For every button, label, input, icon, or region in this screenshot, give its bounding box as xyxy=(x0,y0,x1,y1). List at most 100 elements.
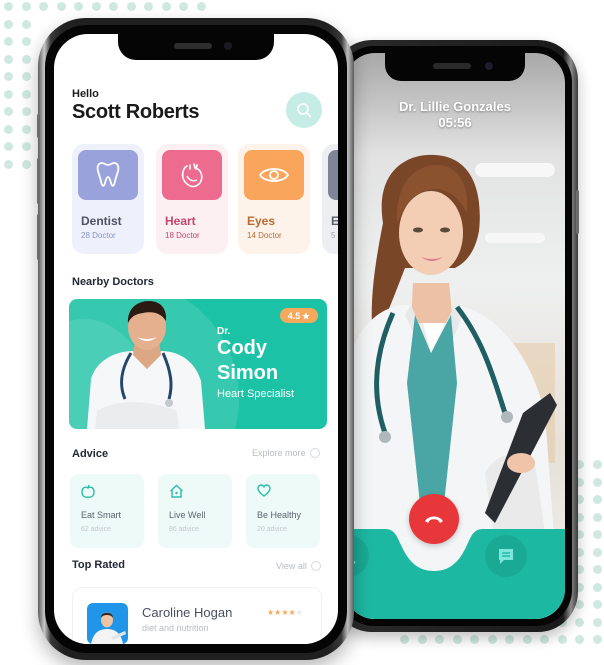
apple-icon xyxy=(81,484,95,498)
star-filled-icon: ★ xyxy=(281,608,289,617)
decor-dot xyxy=(91,2,101,11)
decor-dot xyxy=(417,635,427,644)
category-card-partial[interactable]: E 5 xyxy=(322,144,338,254)
doctor-name: Cody Simon xyxy=(217,336,278,386)
chat-icon xyxy=(499,549,513,564)
decor-dot xyxy=(575,635,584,644)
decor-dot xyxy=(592,617,602,627)
advice-card-be-healthy[interactable]: Be Healthy 20 advice xyxy=(246,474,320,548)
call-duration: 05:56 xyxy=(438,115,472,130)
decor-dot xyxy=(109,2,118,11)
advice-title: Live Well xyxy=(169,510,206,520)
decor-dot xyxy=(592,600,602,609)
explore-more-link[interactable]: Explore more xyxy=(252,448,320,458)
star-filled-icon: ★ xyxy=(288,608,296,617)
decor-dot xyxy=(4,107,13,116)
phone-notch xyxy=(385,53,525,81)
doctor-photo xyxy=(87,301,205,429)
advice-title: Advice xyxy=(72,448,109,460)
decor-dot xyxy=(592,512,602,522)
heart-icon xyxy=(257,484,271,497)
doctor-last-name: Simon xyxy=(217,362,279,384)
call-controls-bar xyxy=(345,529,565,619)
category-title: Eyes xyxy=(247,214,276,228)
doctor-specialty: Heart Specialist xyxy=(217,388,295,400)
decor-dot xyxy=(592,635,602,644)
advice-title: Be Healthy xyxy=(257,510,302,520)
category-tile xyxy=(78,150,138,200)
advice-card-eat-smart[interactable]: Eat Smart 62 advice xyxy=(70,474,144,548)
decor-dot xyxy=(21,159,31,169)
star-rating: ★★★★★ xyxy=(267,608,303,617)
category-title: Heart xyxy=(165,214,196,228)
eye-icon xyxy=(258,168,290,182)
decor-dot xyxy=(4,2,13,11)
silent-switch xyxy=(37,114,40,138)
star-icon xyxy=(302,311,310,320)
decor-dot xyxy=(470,635,479,644)
video-call-phone: Dr. Lillie Gonzales 05:56 xyxy=(331,40,579,632)
decor-dot xyxy=(4,159,13,169)
user-name: Scott Roberts xyxy=(72,101,200,123)
house-icon xyxy=(170,484,183,498)
chevron-right-icon xyxy=(310,561,321,571)
doctor-first-name: Cody xyxy=(217,337,267,359)
decor-dot xyxy=(4,54,13,64)
decor-dot xyxy=(4,72,13,81)
decor-dot xyxy=(56,2,66,11)
decor-dot xyxy=(400,635,409,644)
category-tile xyxy=(328,150,338,200)
advice-count: 86 advice xyxy=(169,526,199,533)
decor-dot xyxy=(161,2,171,11)
chevron-right-icon xyxy=(309,448,320,458)
advice-card-live-well[interactable]: Live Well 86 advice xyxy=(158,474,232,548)
decor-dot xyxy=(196,2,206,11)
advice-count: 20 advice xyxy=(257,526,287,533)
search-button[interactable] xyxy=(286,92,322,128)
doctor-name: Caroline Hogan xyxy=(142,605,233,620)
category-count: 5 xyxy=(331,231,336,240)
decor-dot xyxy=(435,635,444,644)
decor-dot xyxy=(4,37,13,46)
decor-dot xyxy=(592,460,602,469)
category-card-heart[interactable]: Heart 18 Doctor xyxy=(156,144,228,254)
decor-dot xyxy=(74,2,83,11)
decor-dot xyxy=(575,617,584,627)
star-empty-icon: ★ xyxy=(295,608,303,617)
category-tile xyxy=(244,150,304,200)
advice-title: Eat Smart xyxy=(81,510,122,520)
decor-dot xyxy=(540,635,549,644)
decor-dot xyxy=(21,107,31,116)
decor-dot xyxy=(21,72,31,81)
advice-count: 62 advice xyxy=(81,526,111,533)
caller-name: Dr. Lillie Gonzales xyxy=(399,99,511,114)
tooth-icon xyxy=(96,162,120,187)
chat-button[interactable] xyxy=(485,535,527,577)
doctor-avatar xyxy=(87,603,128,644)
decor-dot xyxy=(592,547,602,557)
view-all-label: View all xyxy=(276,561,307,571)
top-rated-doctor-card[interactable]: Caroline Hogan diet and nutrition ★★★★★ xyxy=(72,587,322,644)
decor-dot xyxy=(144,2,153,11)
decor-dot xyxy=(452,635,462,644)
search-icon xyxy=(297,103,312,118)
category-count: 28 Doctor xyxy=(81,231,116,240)
home-screen: Hello Scott Roberts Dentist 28 Doctor He… xyxy=(54,34,338,644)
end-call-button[interactable] xyxy=(409,494,459,544)
category-card-eyes[interactable]: Eyes 14 Doctor xyxy=(238,144,310,254)
decor-dot xyxy=(522,635,532,644)
category-list: Dentist 28 Doctor Heart 18 Doctor Eyes 1… xyxy=(72,144,338,254)
decor-dot xyxy=(21,124,31,134)
category-title: Dentist xyxy=(81,214,122,228)
featured-doctor-card[interactable]: 4.5 Dr. Cody Simon Heart Specialist xyxy=(69,299,327,429)
top-rated-title: Top Rated xyxy=(72,559,125,571)
decor-dot xyxy=(592,582,602,592)
decor-dot xyxy=(21,54,31,64)
view-all-link[interactable]: View all xyxy=(276,561,321,571)
video-call-screen: Dr. Lillie Gonzales 05:56 xyxy=(345,53,565,619)
greeting: Hello xyxy=(72,88,99,100)
rating-value: 4.5 xyxy=(287,310,301,321)
decor-dot xyxy=(21,37,31,46)
doctor-specialty: diet and nutrition xyxy=(142,623,209,633)
category-card-dentist[interactable]: Dentist 28 Doctor xyxy=(72,144,144,254)
